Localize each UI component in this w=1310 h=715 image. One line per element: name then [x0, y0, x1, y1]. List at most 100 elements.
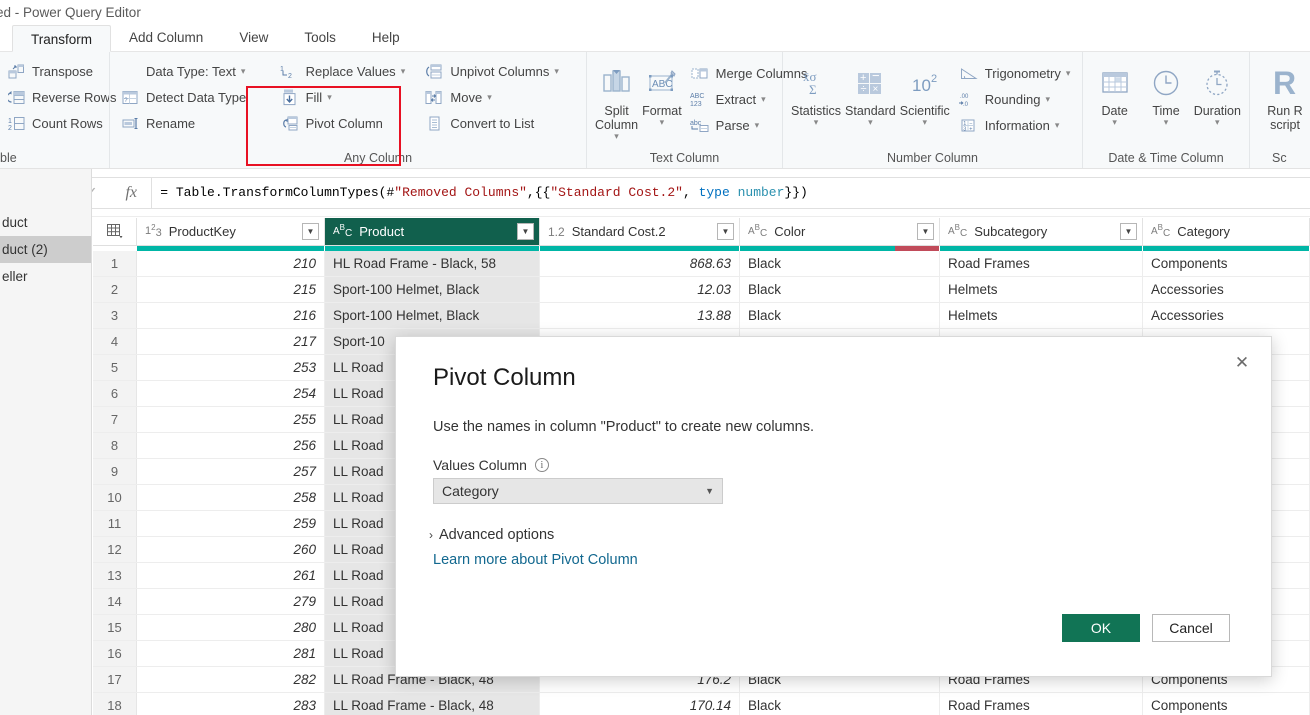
- column-header-category[interactable]: A B C Category: [1143, 218, 1310, 245]
- ribbon-split-column-button[interactable]: Split Column ▾: [593, 60, 640, 151]
- ribbon-trigonometry-button[interactable]: Trigonometry ▾: [955, 60, 1078, 86]
- values-column-select[interactable]: Category ▼: [433, 478, 723, 504]
- learn-more-link[interactable]: Learn more about Pivot Column: [433, 552, 638, 568]
- fx-icon[interactable]: fx: [111, 184, 151, 202]
- table-cell[interactable]: 216: [137, 303, 325, 328]
- table-cell[interactable]: LL Road Frame - Black, 48: [325, 693, 540, 715]
- table-cell[interactable]: 282: [137, 667, 325, 692]
- table-cell[interactable]: Helmets: [940, 303, 1143, 328]
- ok-button[interactable]: OK: [1062, 614, 1140, 642]
- table-cell[interactable]: 254: [137, 381, 325, 406]
- ribbon-pivot-column-button[interactable]: Pivot Column: [276, 110, 421, 136]
- formula-input[interactable]: = Table.TransformColumnTypes(#"Removed C…: [152, 176, 1310, 209]
- tab-tools[interactable]: Tools: [286, 24, 354, 51]
- ribbon-date-button[interactable]: Date ▾: [1089, 60, 1140, 151]
- ribbon-format-button[interactable]: ABC Format ▾: [640, 60, 684, 151]
- table-cell[interactable]: 253: [137, 355, 325, 380]
- advanced-options-toggle[interactable]: › Advanced options: [429, 527, 554, 543]
- table-cell[interactable]: Components: [1143, 693, 1310, 715]
- table-cell[interactable]: Black: [740, 251, 940, 276]
- table-cell[interactable]: 868.63: [540, 251, 740, 276]
- column-filter-button[interactable]: ▼: [517, 223, 534, 240]
- ribbon-replace-values-button[interactable]: 12 Replace Values ▾: [276, 58, 421, 84]
- ribbon-information-button[interactable]: 1 3− + Information ▾: [955, 112, 1078, 138]
- table-cell[interactable]: 261: [137, 563, 325, 588]
- table-cell[interactable]: 217: [137, 329, 325, 354]
- svg-text:Σ: Σ: [809, 82, 817, 97]
- table-cell[interactable]: Black: [740, 277, 940, 302]
- table-cell[interactable]: 170.14: [540, 693, 740, 715]
- column-filter-button[interactable]: ▼: [917, 223, 934, 240]
- table-cell[interactable]: 13.88: [540, 303, 740, 328]
- close-icon[interactable]: ✕: [1227, 348, 1257, 378]
- ribbon-data-type-button[interactable]: Data Type: Text ▾: [116, 58, 276, 84]
- column-header-productkey[interactable]: 1 2 3 ProductKey ▼: [137, 218, 325, 245]
- table-cell[interactable]: 257: [137, 459, 325, 484]
- table-cell[interactable]: Black: [740, 303, 940, 328]
- tab-transform[interactable]: Transform: [12, 25, 112, 52]
- info-icon[interactable]: i: [534, 458, 549, 472]
- table-row[interactable]: 18 283 LL Road Frame - Black, 48 170.14 Blac…: [93, 693, 1310, 715]
- column-filter-button[interactable]: ▼: [302, 223, 319, 240]
- values-column-label-text: Values Column: [433, 457, 527, 473]
- table-cell[interactable]: HL Road Frame - Black, 58: [325, 251, 540, 276]
- table-cell[interactable]: Road Frames: [940, 251, 1143, 276]
- ribbon-item-label: Extract: [715, 91, 757, 107]
- ribbon-fill-button[interactable]: Fill ▾: [276, 84, 421, 110]
- ribbon-move-button[interactable]: Move ▾: [420, 84, 580, 110]
- query-item-reseller[interactable]: eller: [0, 263, 91, 290]
- table-cell[interactable]: Sport-100 Helmet, Black: [325, 277, 540, 302]
- ribbon-rename-button[interactable]: Rename: [116, 110, 276, 136]
- table-cell[interactable]: Helmets: [940, 277, 1143, 302]
- ribbon-standard-button[interactable]: + − ÷ × Standard ▾: [843, 60, 898, 151]
- table-cell[interactable]: Road Frames: [940, 693, 1143, 715]
- ribbon-scientific-button[interactable]: 10 2 Scientific ▾: [898, 60, 952, 151]
- column-header-color[interactable]: A B C Color ▼: [740, 218, 940, 245]
- ribbon-run-r-script-button[interactable]: R Run R script: [1256, 60, 1310, 151]
- table-cell[interactable]: Accessories: [1143, 303, 1310, 328]
- cancel-button[interactable]: Cancel: [1152, 614, 1230, 642]
- table-row[interactable]: 3 216 Sport-100 Helmet, Black 13.88 Black Hel…: [93, 303, 1310, 329]
- column-header-standard-cost-2[interactable]: 1.2 Standard Cost.2 ▼: [540, 218, 740, 245]
- table-row[interactable]: 2 215 Sport-100 Helmet, Black 12.03 Black Hel…: [93, 277, 1310, 303]
- table-cell[interactable]: 215: [137, 277, 325, 302]
- column-header-product[interactable]: A B C Product ▼: [325, 218, 540, 245]
- table-cell[interactable]: Black: [740, 693, 940, 715]
- table-cell[interactable]: 258: [137, 485, 325, 510]
- ribbon-detect-data-type-button[interactable]: ? Detect Data Type: [116, 84, 276, 110]
- table-cell[interactable]: 283: [137, 693, 325, 715]
- ribbon-transpose-button[interactable]: Transpose: [2, 58, 124, 84]
- column-filter-button[interactable]: ▼: [1120, 223, 1137, 240]
- table-corner-icon[interactable]: [93, 218, 137, 245]
- table-cell[interactable]: 280: [137, 615, 325, 640]
- table-cell[interactable]: 210: [137, 251, 325, 276]
- table-cell[interactable]: 12.03: [540, 277, 740, 302]
- table-cell[interactable]: Sport-100 Helmet, Black: [325, 303, 540, 328]
- table-row[interactable]: 1 210 HL Road Frame - Black, 58 868.63 Black…: [93, 251, 1310, 277]
- ribbon-duration-button[interactable]: Duration ▾: [1192, 60, 1243, 151]
- query-item-product-2[interactable]: duct (2): [0, 236, 91, 263]
- tab-add-column[interactable]: Add Column: [111, 24, 221, 51]
- tab-help[interactable]: Help: [354, 24, 418, 51]
- table-cell[interactable]: Accessories: [1143, 277, 1310, 302]
- ribbon-convert-to-list-button[interactable]: Convert to List: [420, 110, 580, 136]
- table-cell[interactable]: 259: [137, 511, 325, 536]
- table-cell[interactable]: 256: [137, 433, 325, 458]
- ribbon-count-rows-button[interactable]: 12 Count Rows: [2, 110, 124, 136]
- ribbon-reverse-rows-button[interactable]: Reverse Rows: [2, 84, 124, 110]
- tab-view[interactable]: View: [221, 24, 286, 51]
- table-cell[interactable]: Components: [1143, 251, 1310, 276]
- table-cell[interactable]: 255: [137, 407, 325, 432]
- query-item-product[interactable]: duct: [0, 209, 91, 236]
- row-number: 17: [93, 667, 137, 692]
- table-cell[interactable]: 260: [137, 537, 325, 562]
- column-filter-button[interactable]: ▼: [717, 223, 734, 240]
- ribbon-unpivot-columns-button[interactable]: Unpivot Columns ▾: [420, 58, 580, 84]
- ribbon-time-button[interactable]: Time ▾: [1140, 60, 1191, 151]
- ribbon-rounding-button[interactable]: .00.0 Rounding ▾: [955, 86, 1078, 112]
- table-cell[interactable]: 279: [137, 589, 325, 614]
- ribbon-statistics-button[interactable]: x̄σ Σ Statistics ▾: [789, 60, 843, 151]
- column-header-subcategory[interactable]: A B C Subcategory ▼: [940, 218, 1143, 245]
- formula-token: ,: [682, 185, 699, 200]
- table-cell[interactable]: 281: [137, 641, 325, 666]
